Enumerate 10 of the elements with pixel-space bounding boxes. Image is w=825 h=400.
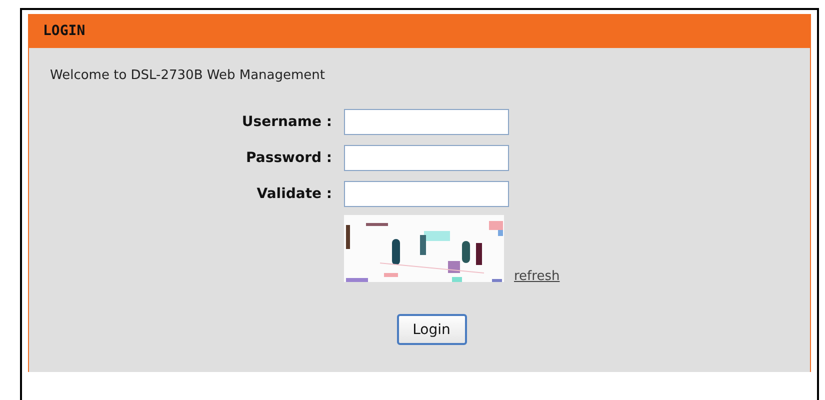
field-label: Validate :: [256, 186, 332, 202]
field-label: Password :: [245, 150, 332, 166]
welcome-text: Welcome to DSL-2730B Web Management: [50, 68, 326, 83]
input-field[interactable]: [344, 181, 509, 207]
input-field[interactable]: [344, 109, 509, 135]
panel-header: LOGIN: [29, 14, 810, 48]
field-label: Username :: [240, 114, 332, 130]
login-button[interactable]: Login: [396, 314, 466, 345]
refresh-link[interactable]: refresh: [514, 269, 560, 284]
input-field[interactable]: [344, 145, 509, 171]
